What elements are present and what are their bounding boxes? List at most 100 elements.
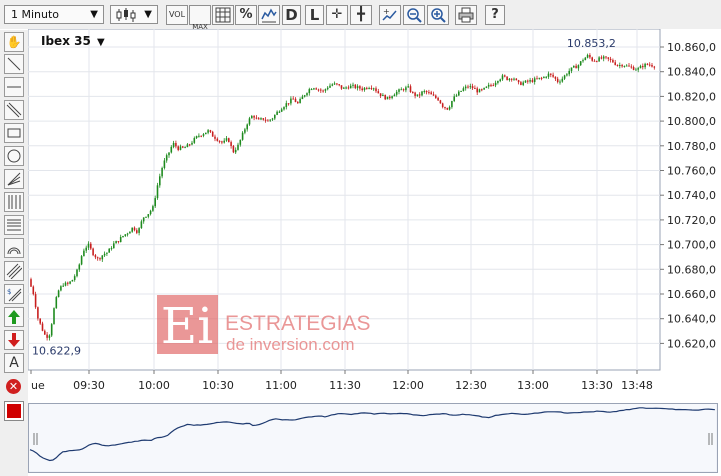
zoom-out-icon xyxy=(407,8,422,23)
histogram-icon xyxy=(261,8,277,23)
symbol-title[interactable]: Ibex 35 xyxy=(41,34,91,48)
candle-body xyxy=(73,276,76,280)
candle-body xyxy=(331,84,334,86)
candle-body xyxy=(354,84,357,89)
candle-body xyxy=(653,66,656,68)
fan-tool-button[interactable] xyxy=(4,169,24,189)
crosshair-label-icon: ╋ xyxy=(357,7,365,22)
candle-body xyxy=(614,62,616,65)
candle-body xyxy=(76,269,78,277)
candle-body xyxy=(632,67,635,70)
delete-drawings-button[interactable]: ✕ xyxy=(6,379,21,394)
d-label: D xyxy=(285,6,298,24)
parallel-lines-tool-button[interactable] xyxy=(4,261,24,281)
candle-body xyxy=(382,94,384,96)
ellipse-tool-button[interactable] xyxy=(4,146,24,166)
symbol-dropdown-arrow[interactable]: ▼ xyxy=(97,37,105,48)
arrow-up-tool-button[interactable] xyxy=(4,307,24,327)
candle-body xyxy=(290,98,292,104)
candle-body xyxy=(246,124,248,130)
percent-button[interactable]: % xyxy=(235,5,257,25)
candle-body xyxy=(584,57,587,61)
chart-type-dropdown[interactable]: ▼ xyxy=(110,5,158,24)
text-tool-button[interactable]: A xyxy=(4,353,24,373)
candle-body xyxy=(182,146,184,148)
zoom-in-button[interactable] xyxy=(427,5,449,25)
zoom-out-button[interactable] xyxy=(403,5,425,25)
candle-body xyxy=(451,101,453,108)
color-picker-button[interactable] xyxy=(4,401,24,421)
d-scale-button[interactable]: D xyxy=(282,5,301,25)
print-button[interactable] xyxy=(455,5,477,25)
candle-body xyxy=(154,198,156,207)
candle-body xyxy=(343,87,345,89)
trendline-tool-button[interactable] xyxy=(4,54,24,74)
candle-body xyxy=(646,63,649,65)
candle-body xyxy=(444,107,446,109)
navigator-panel[interactable] xyxy=(28,403,718,473)
help-button[interactable]: ? xyxy=(485,5,505,25)
price-chart[interactable]: Ei ESTRATEGIAS de inversion.com 10.860,0… xyxy=(28,29,721,400)
channel-tool-button[interactable] xyxy=(4,100,24,120)
candle-body xyxy=(177,146,179,150)
candle-body xyxy=(347,87,350,89)
rectangle-tool-button[interactable] xyxy=(4,123,24,143)
candle-body xyxy=(432,94,435,96)
candle-body xyxy=(308,89,311,94)
histogram-button[interactable] xyxy=(258,5,280,25)
grid-button[interactable] xyxy=(212,5,234,25)
x-tick-label: 11:00 xyxy=(265,379,297,392)
candle-body xyxy=(563,75,566,79)
horizontal-line-tool-button[interactable] xyxy=(4,77,24,97)
candle-body xyxy=(315,88,317,90)
watermark-line1: ESTRATEGIAS xyxy=(225,312,370,335)
candle-body xyxy=(596,61,598,63)
zoom-fit-button[interactable]: + xyxy=(379,5,401,25)
candle-body xyxy=(94,255,97,258)
hand-tool-button[interactable]: ✋ xyxy=(4,32,24,52)
candle-body xyxy=(510,78,513,80)
candle-body xyxy=(99,258,101,260)
candle-body xyxy=(115,241,117,244)
candle-body xyxy=(547,73,550,77)
candle-body xyxy=(253,115,255,118)
candle-body xyxy=(41,323,44,331)
candle-body xyxy=(310,89,313,91)
interval-dropdown[interactable]: 1 Minuto ▼ xyxy=(4,5,104,24)
regression-tool-button[interactable]: $ xyxy=(4,284,24,304)
arc-tool-button[interactable] xyxy=(4,238,24,258)
candle-body xyxy=(216,138,219,141)
candle-body xyxy=(317,89,320,91)
candle-body xyxy=(64,282,67,286)
l-label: L xyxy=(309,6,320,24)
candle-body xyxy=(522,82,524,85)
volume-button[interactable]: VOL xyxy=(166,5,188,25)
candle-body xyxy=(370,88,373,90)
l-scale-button[interactable]: L xyxy=(305,5,324,25)
candle-body xyxy=(485,86,488,88)
crosshair-button[interactable]: ✛ xyxy=(326,5,348,25)
maxmin-button[interactable]: MAX MIN xyxy=(189,5,211,39)
fibonacci-time-tool-button[interactable] xyxy=(4,192,24,212)
candle-body xyxy=(188,144,191,146)
candle-body xyxy=(264,119,267,121)
candle-body xyxy=(625,65,628,67)
candle-body xyxy=(577,65,580,69)
candle-body xyxy=(237,144,239,150)
candle-body xyxy=(467,86,469,88)
candle-body xyxy=(405,87,407,91)
y-tick-label: 10.680,0 xyxy=(667,263,716,276)
crosshair-l-button[interactable]: ╋ xyxy=(350,5,372,25)
arrow-down-tool-button[interactable] xyxy=(4,330,24,350)
candle-body xyxy=(345,87,347,89)
candle-body xyxy=(593,60,596,62)
candle-body xyxy=(515,78,518,81)
candle-body xyxy=(175,142,177,147)
candle-body xyxy=(234,149,237,153)
candle-body xyxy=(103,253,106,256)
fibonacci-tool-button[interactable] xyxy=(4,215,24,235)
x-tick-label: 13:30 xyxy=(581,379,613,392)
candle-body xyxy=(524,80,527,83)
candle-body xyxy=(34,294,37,308)
y-tick-label: 10.660,0 xyxy=(667,288,716,301)
